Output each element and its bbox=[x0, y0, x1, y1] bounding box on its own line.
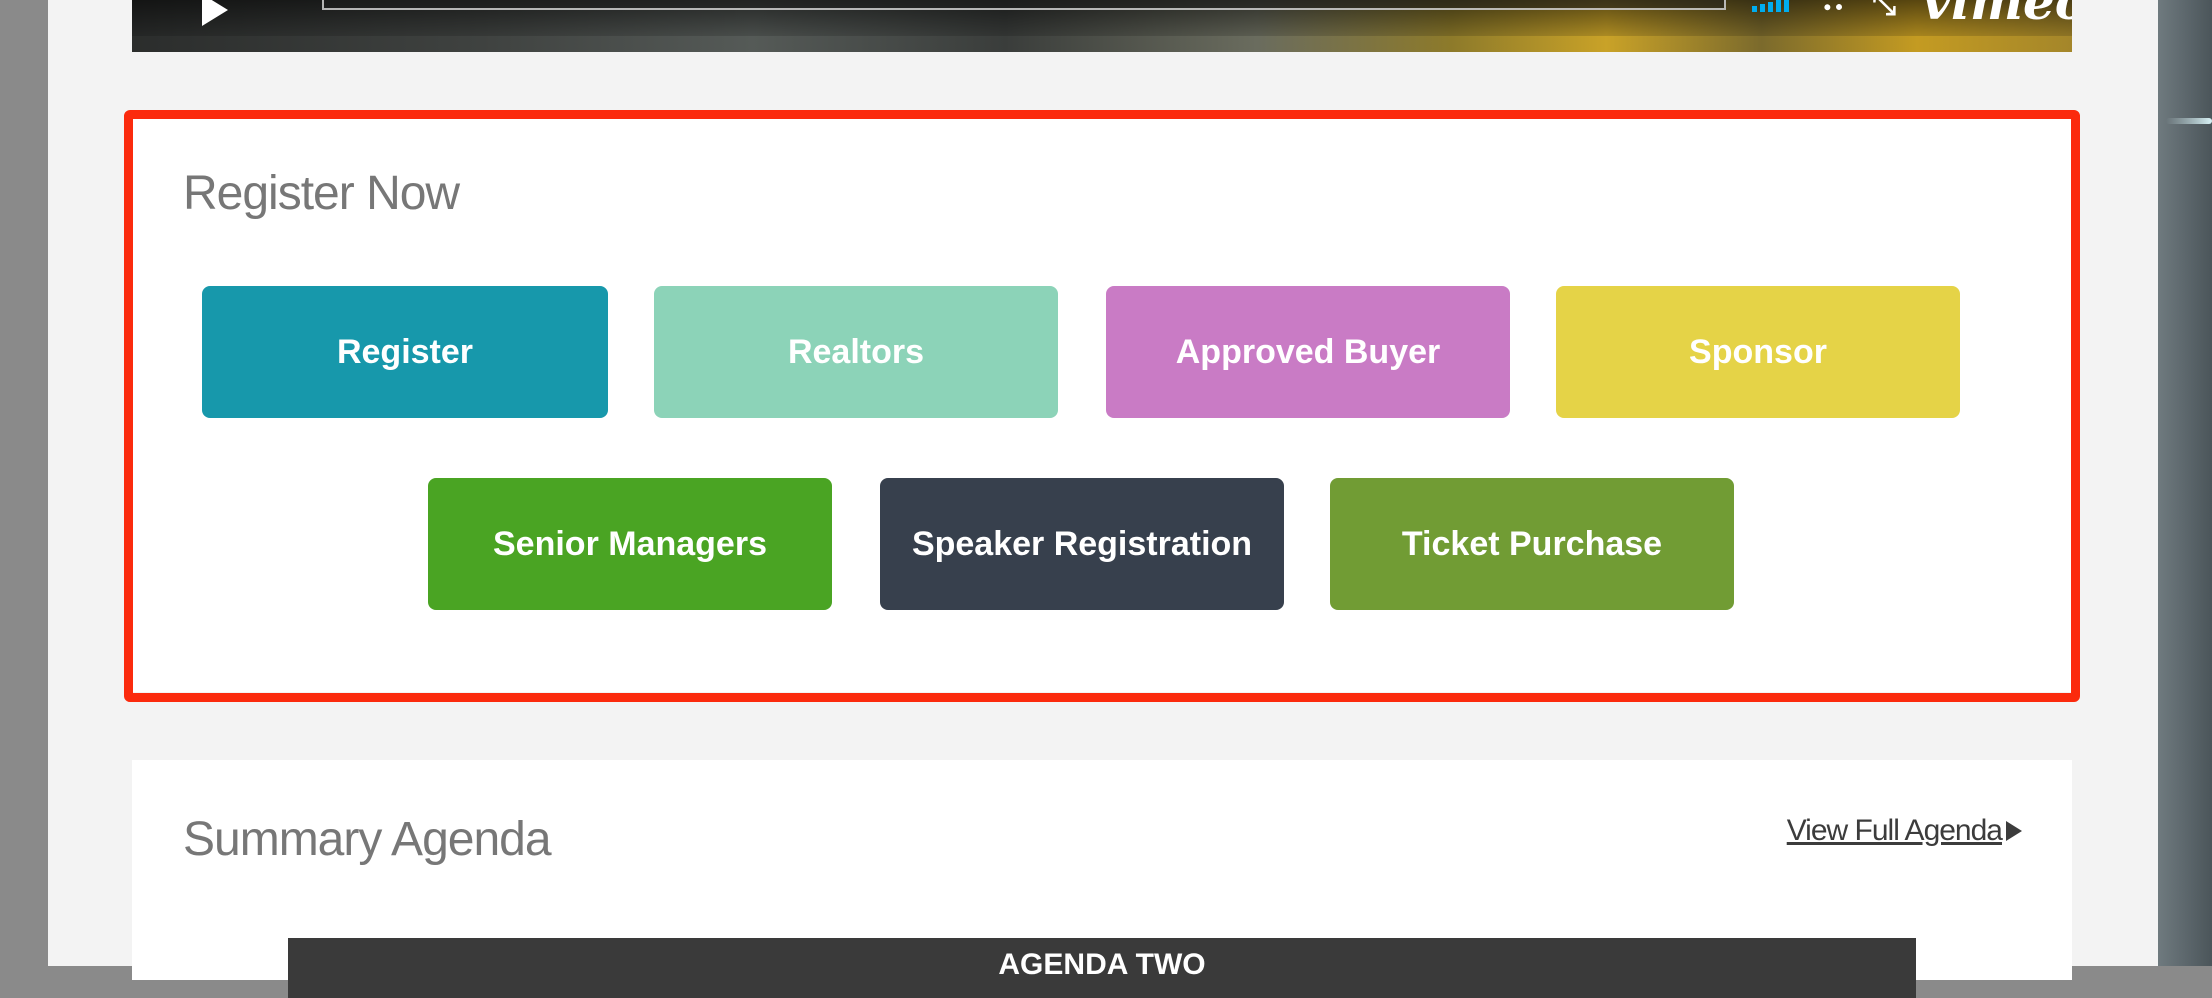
agenda-card: Summary Agenda View Full Agenda AGENDA T… bbox=[132, 760, 2072, 998]
fullscreen-icon[interactable]: ⤡ bbox=[1872, 0, 1896, 20]
approved-buyer-button[interactable]: Approved Buyer bbox=[1106, 286, 1510, 418]
video-player[interactable]: ⤡ vimeo bbox=[132, 0, 2072, 52]
play-icon[interactable] bbox=[202, 0, 228, 26]
register-title: Register Now bbox=[183, 167, 460, 220]
speaker-registration-button[interactable]: Speaker Registration bbox=[880, 478, 1284, 610]
volume-icon[interactable] bbox=[1752, 0, 1789, 12]
vimeo-logo[interactable]: vimeo bbox=[1922, 0, 2072, 31]
agenda-table-header: AGENDA TWO bbox=[288, 938, 1916, 998]
background-glint bbox=[2166, 118, 2212, 124]
senior-managers-button[interactable]: Senior Managers bbox=[428, 478, 832, 610]
view-full-agenda-link[interactable]: View Full Agenda bbox=[1787, 814, 2022, 848]
register-card: Register Now Register Realtors Approved … bbox=[132, 118, 2072, 692]
register-button[interactable]: Register bbox=[202, 286, 608, 418]
ticket-purchase-button[interactable]: Ticket Purchase bbox=[1330, 478, 1734, 610]
sponsor-button[interactable]: Sponsor bbox=[1556, 286, 1960, 418]
view-full-agenda-label: View Full Agenda bbox=[1786, 814, 2003, 847]
agenda-title: Summary Agenda bbox=[183, 813, 552, 866]
video-progress-bar[interactable] bbox=[322, 0, 1726, 10]
triangle-right-icon bbox=[2006, 821, 2022, 841]
background-strip bbox=[2158, 0, 2212, 966]
realtors-button[interactable]: Realtors bbox=[654, 286, 1058, 418]
